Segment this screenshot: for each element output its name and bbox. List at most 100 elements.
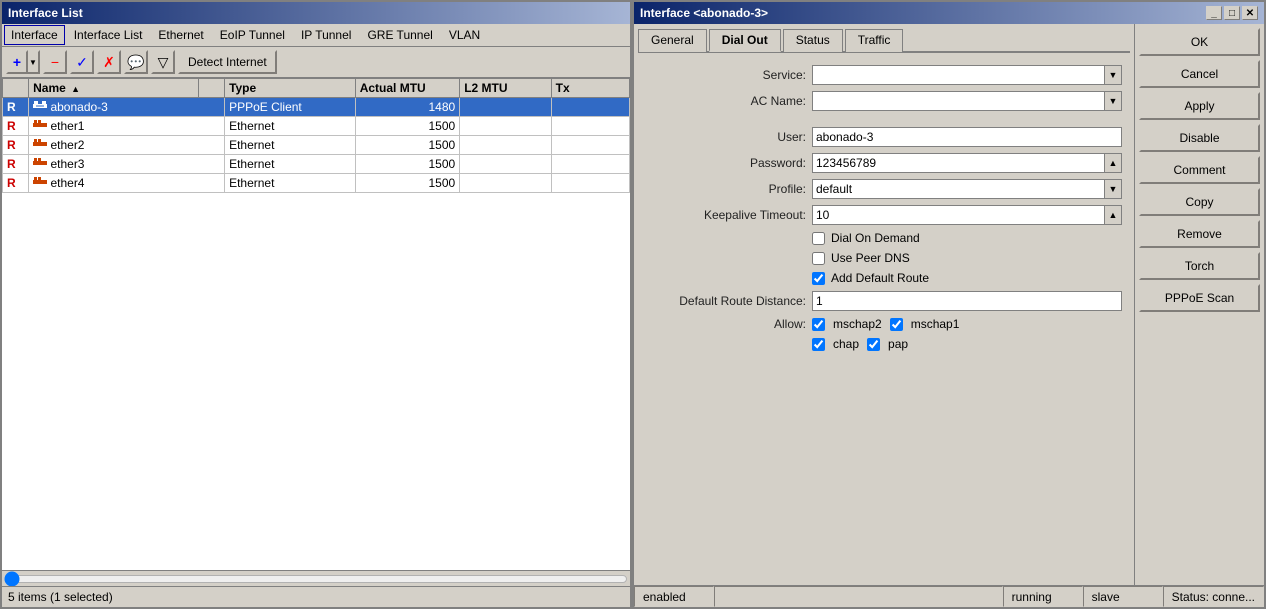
disable-button[interactable]: Disable	[1139, 124, 1260, 152]
password-input[interactable]	[812, 153, 1104, 173]
row-actual-mtu: 1500	[355, 155, 460, 174]
ac-name-row: AC Name: ▼	[646, 91, 1122, 111]
service-dropdown-btn[interactable]: ▼	[1104, 65, 1122, 85]
mschap1-checkbox[interactable]	[890, 318, 903, 331]
h-scroll-input[interactable]	[4, 573, 628, 585]
col-header-l2-mtu[interactable]: L2 MTU	[460, 79, 551, 98]
horizontal-scrollbar[interactable]	[2, 570, 630, 586]
profile-dropdown-btn[interactable]: ▼	[1104, 179, 1122, 199]
table-row[interactable]: R ether2Ethernet1500	[3, 136, 630, 155]
service-label: Service:	[646, 68, 806, 82]
add-icon: +	[13, 54, 21, 70]
pppoe-scan-button[interactable]: PPPoE Scan	[1139, 284, 1260, 312]
ac-name-dropdown-btn[interactable]: ▼	[1104, 91, 1122, 111]
disable-button[interactable]: ✗	[97, 50, 121, 74]
dialog-content: General Dial Out Status Traffic Service:…	[634, 24, 1134, 585]
tab-bar: General Dial Out Status Traffic	[638, 28, 1130, 53]
comment-button[interactable]: 💬	[124, 50, 148, 74]
add-default-route-checkbox[interactable]	[812, 272, 825, 285]
col-header-actual-mtu[interactable]: Actual MTU	[355, 79, 460, 98]
remove-icon: −	[51, 54, 59, 70]
pap-checkbox[interactable]	[867, 338, 880, 351]
remove-button[interactable]: Remove	[1139, 220, 1260, 248]
status-running: running	[1003, 586, 1083, 607]
row-tx	[551, 117, 629, 136]
row-tx	[551, 174, 629, 193]
menu-vlan[interactable]: VLAN	[442, 25, 487, 45]
col-header-tx[interactable]: Tx	[551, 79, 629, 98]
keepalive-input-group: ▲	[812, 205, 1122, 225]
torch-button[interactable]: Torch	[1139, 252, 1260, 280]
profile-input[interactable]	[812, 179, 1104, 199]
dial-on-demand-row: Dial On Demand	[646, 231, 1122, 245]
service-row: Service: ▼	[646, 65, 1122, 85]
profile-label: Profile:	[646, 182, 806, 196]
maximize-button[interactable]: □	[1224, 6, 1240, 20]
col-header-icon	[198, 79, 224, 98]
tab-dial-out[interactable]: Dial Out	[709, 29, 781, 52]
row-tx	[551, 136, 629, 155]
col-header-name[interactable]: Name ▲	[29, 79, 199, 98]
profile-row: Profile: ▼	[646, 179, 1122, 199]
add-default-route-label: Add Default Route	[831, 271, 929, 285]
interface-list-panel: Interface List Interface Interface List …	[0, 0, 632, 609]
row-actual-mtu: 1500	[355, 117, 460, 136]
filter-button[interactable]: ▽	[151, 50, 175, 74]
menu-interface[interactable]: Interface	[4, 25, 65, 45]
row-actual-mtu: 1480	[355, 98, 460, 117]
add-dropdown-arrow[interactable]: ▼	[28, 50, 40, 74]
table-row[interactable]: R ether1Ethernet1500	[3, 117, 630, 136]
left-panel-title-text: Interface List	[8, 6, 83, 20]
default-route-dist-input[interactable]	[812, 291, 1122, 311]
tab-traffic[interactable]: Traffic	[845, 29, 904, 52]
mschap2-label: mschap2	[833, 317, 882, 331]
minimize-button[interactable]: _	[1206, 6, 1222, 20]
apply-button[interactable]: Apply	[1139, 92, 1260, 120]
pap-label: pap	[888, 337, 908, 351]
use-peer-dns-checkbox[interactable]	[812, 252, 825, 265]
keepalive-up-btn[interactable]: ▲	[1104, 205, 1122, 225]
filter-icon: ▽	[158, 54, 169, 71]
close-button[interactable]: ✕	[1242, 6, 1258, 20]
tab-status[interactable]: Status	[783, 29, 843, 52]
ethernet-icon	[33, 157, 47, 171]
tab-general[interactable]: General	[638, 29, 707, 52]
add-button[interactable]: +	[6, 50, 28, 74]
copy-button[interactable]: Copy	[1139, 188, 1260, 216]
table-row[interactable]: R abonado-3PPPoE Client1480	[3, 98, 630, 117]
table-row[interactable]: R ether3Ethernet1500	[3, 155, 630, 174]
left-panel-title: Interface List	[2, 2, 630, 24]
chap-label: chap	[833, 337, 859, 351]
col-header-type[interactable]: Type	[225, 79, 356, 98]
menu-interface-list[interactable]: Interface List	[67, 25, 150, 45]
table-row[interactable]: R ether4Ethernet1500	[3, 174, 630, 193]
menu-eoip-tunnel[interactable]: EoIP Tunnel	[213, 25, 292, 45]
form-grid: Service: ▼ AC Name: ▼	[638, 61, 1130, 355]
menu-ethernet[interactable]: Ethernet	[151, 25, 210, 45]
row-name: ether4	[29, 174, 225, 193]
dialog-body: General Dial Out Status Traffic Service:…	[634, 24, 1264, 585]
dial-on-demand-checkbox[interactable]	[812, 232, 825, 245]
chap-pap-row: chap pap	[646, 337, 1122, 351]
menu-gre-tunnel[interactable]: GRE Tunnel	[360, 25, 439, 45]
ac-name-input[interactable]	[812, 91, 1104, 111]
detect-internet-button[interactable]: Detect Internet	[178, 50, 277, 74]
keepalive-input[interactable]	[812, 205, 1104, 225]
interface-table: Name ▲ Type Actual MTU L2 MTU Tx R abona…	[2, 78, 630, 193]
pppoe-icon	[33, 100, 47, 114]
row-l2-mtu	[460, 155, 551, 174]
password-up-btn[interactable]: ▲	[1104, 153, 1122, 173]
enable-button[interactable]: ✓	[70, 50, 94, 74]
row-type: Ethernet	[225, 174, 356, 193]
comment-button[interactable]: Comment	[1139, 156, 1260, 184]
service-input[interactable]	[812, 65, 1104, 85]
mschap2-checkbox[interactable]	[812, 318, 825, 331]
remove-button[interactable]: −	[43, 50, 67, 74]
ok-button[interactable]: OK	[1139, 28, 1260, 56]
col-header-flag[interactable]	[3, 79, 29, 98]
user-input[interactable]	[812, 127, 1122, 147]
row-type: Ethernet	[225, 117, 356, 136]
chap-checkbox[interactable]	[812, 338, 825, 351]
cancel-button[interactable]: Cancel	[1139, 60, 1260, 88]
menu-ip-tunnel[interactable]: IP Tunnel	[294, 25, 358, 45]
